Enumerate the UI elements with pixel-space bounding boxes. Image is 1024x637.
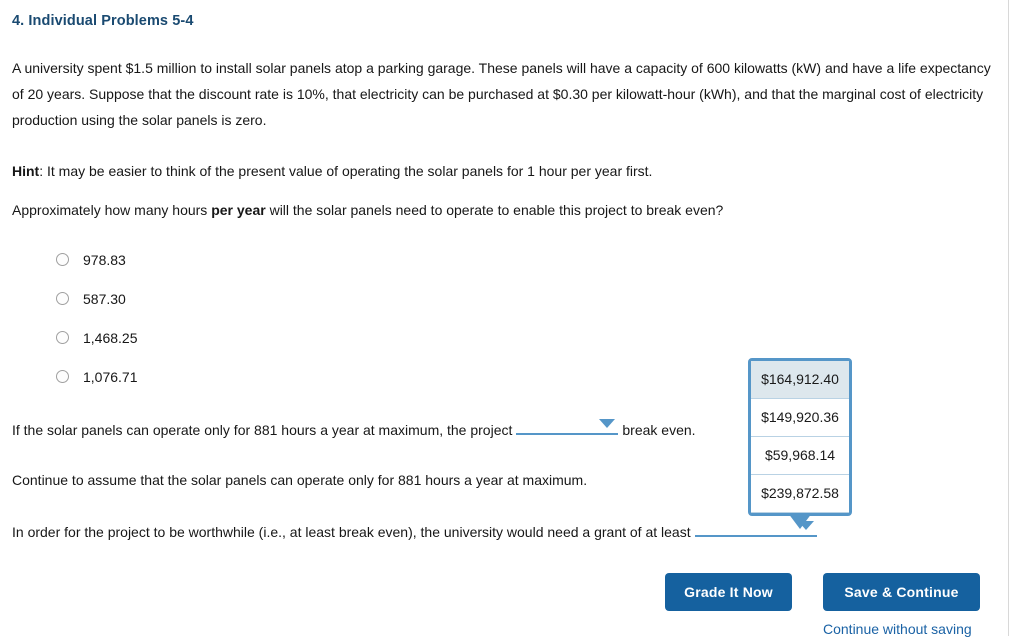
save-and-continue-button[interactable]: Save & Continue bbox=[823, 573, 980, 611]
chevron-down-icon[interactable] bbox=[599, 419, 616, 428]
dropdown-option[interactable]: $239,872.58 bbox=[751, 475, 849, 513]
radio-button-icon[interactable] bbox=[56, 253, 69, 266]
grant-statement-text: In order for the project to be worthwhil… bbox=[12, 524, 691, 540]
dropdown-option[interactable]: $59,968.14 bbox=[751, 437, 849, 475]
option-row[interactable]: 1,076.71 bbox=[12, 357, 432, 396]
grant-amount-dropdown-list[interactable]: $164,912.40 $149,920.36 $59,968.14 $239,… bbox=[748, 358, 852, 529]
page-title: 4. Individual Problems 5-4 bbox=[12, 13, 194, 29]
prompt-post: will the solar panels need to operate to… bbox=[265, 202, 724, 218]
break-even-statement-post: break even. bbox=[622, 422, 696, 438]
hint-paragraph: Hint: It may be easier to think of the p… bbox=[12, 158, 997, 184]
option-row[interactable]: 587.30 bbox=[12, 279, 432, 318]
break-even-select[interactable] bbox=[516, 416, 619, 435]
prompt-bold: per year bbox=[211, 202, 266, 218]
radio-button-icon[interactable] bbox=[56, 370, 69, 383]
prompt-pre: Approximately how many hours bbox=[12, 202, 212, 218]
problem-paragraph: A university spent $1.5 million to insta… bbox=[12, 60, 991, 128]
grade-it-now-button[interactable]: Grade It Now bbox=[665, 573, 792, 611]
continue-without-saving-link[interactable]: Continue without saving bbox=[823, 621, 972, 637]
option-label: 1,468.25 bbox=[83, 329, 138, 346]
dropdown-option[interactable]: $164,912.40 bbox=[751, 361, 849, 399]
dropdown-pointer-icon bbox=[788, 513, 812, 529]
option-label: 1,076.71 bbox=[83, 368, 138, 385]
option-label: 978.83 bbox=[83, 251, 126, 268]
hint-text: : It may be easier to think of the prese… bbox=[39, 163, 653, 179]
radio-button-icon[interactable] bbox=[56, 292, 69, 305]
break-even-statement-pre: If the solar panels can operate only for… bbox=[12, 422, 513, 438]
option-row[interactable]: 978.83 bbox=[12, 240, 432, 279]
question-page: 4. Individual Problems 5-4 A university … bbox=[0, 0, 1009, 637]
dropdown-option[interactable]: $149,920.36 bbox=[751, 399, 849, 437]
answer-options: 978.83 587.30 1,468.25 1,076.71 bbox=[12, 240, 432, 396]
grant-statement: In order for the project to be worthwhil… bbox=[12, 518, 997, 545]
hint-label: Hint bbox=[12, 163, 40, 179]
radio-button-icon[interactable] bbox=[56, 331, 69, 344]
question-prompt: Approximately how many hours per year wi… bbox=[12, 197, 997, 223]
option-label: 587.30 bbox=[83, 290, 126, 307]
option-row[interactable]: 1,468.25 bbox=[12, 318, 432, 357]
